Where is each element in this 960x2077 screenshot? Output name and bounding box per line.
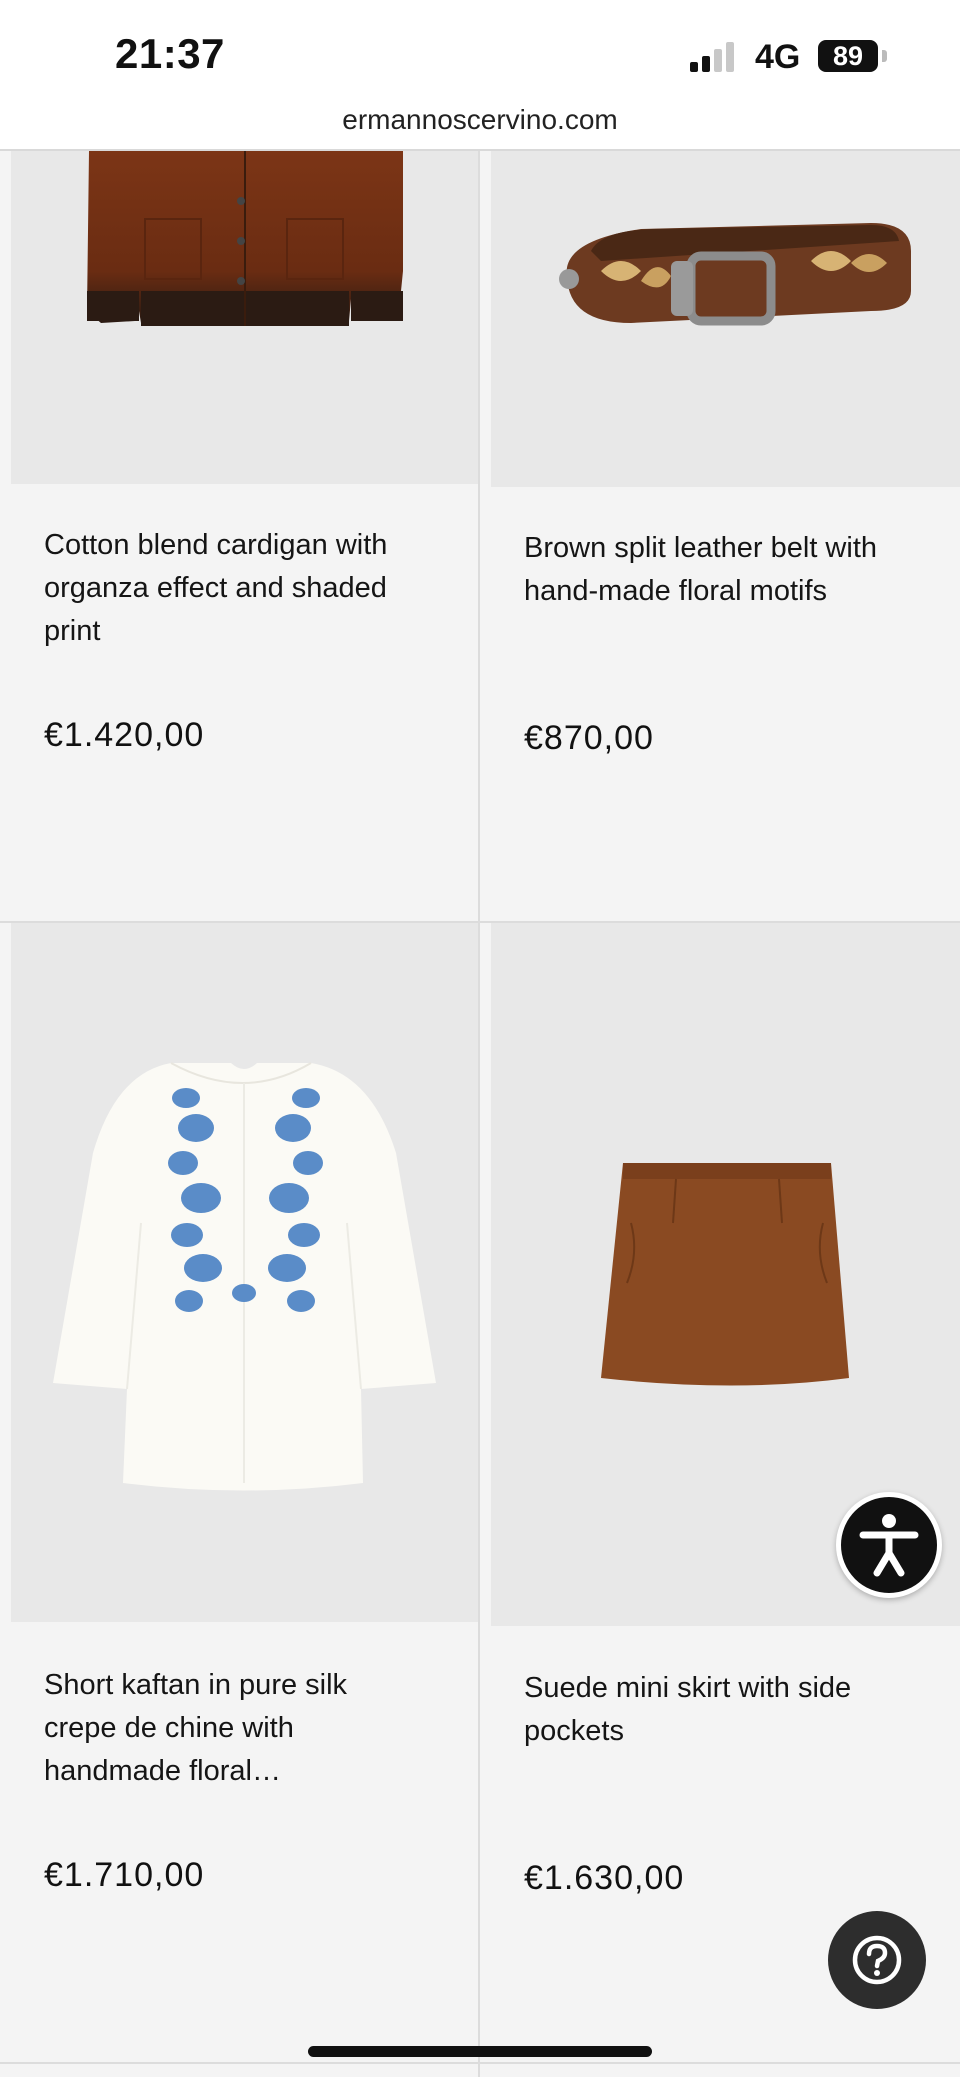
product-price: €1.420,00 — [44, 716, 205, 754]
product-image[interactable] — [11, 151, 478, 484]
product-image[interactable] — [11, 923, 478, 1622]
product-name[interactable]: Short kaftan in pure silk crepe de chine… — [44, 1664, 424, 1793]
product-name[interactable]: Suede mini skirt with side pockets — [524, 1667, 904, 1753]
battery-level: 89 — [832, 41, 864, 71]
product-name[interactable]: Brown split leather belt with hand-made … — [524, 527, 904, 613]
network-type: 4G — [755, 38, 801, 76]
belt-image — [559, 223, 911, 326]
product-image[interactable] — [491, 151, 960, 487]
product-card[interactable]: Short kaftan in pure silk crepe de chine… — [0, 923, 478, 2062]
grid-divider-horizontal — [0, 2062, 960, 2064]
battery-icon: 89 — [818, 40, 878, 72]
accessibility-button[interactable] — [836, 1492, 942, 1598]
battery-tip — [882, 50, 887, 62]
product-price: €870,00 — [524, 719, 654, 757]
kaftan-image — [53, 1062, 436, 1491]
cellular-signal-icon — [690, 42, 734, 72]
url-text[interactable]: ermannoscervino.com — [342, 104, 617, 135]
address-bar[interactable]: ermannoscervino.com — [0, 95, 960, 151]
status-bar: 21:37 4G 89 — [0, 0, 960, 108]
product-name[interactable]: Cotton blend cardigan with organza effec… — [44, 524, 424, 653]
product-card[interactable]: Cotton blend cardigan with organza effec… — [0, 151, 478, 921]
cardigan-image — [87, 151, 403, 326]
product-price: €1.630,00 — [524, 1859, 685, 1897]
product-price: €1.710,00 — [44, 1856, 205, 1894]
help-button[interactable] — [828, 1911, 926, 2009]
status-time: 21:37 — [115, 30, 225, 77]
question-mark-icon — [852, 1935, 902, 1985]
product-card[interactable]: Brown split leather belt with hand-made … — [480, 151, 960, 921]
home-indicator — [308, 2046, 652, 2057]
accessibility-person-icon — [859, 1514, 919, 1577]
